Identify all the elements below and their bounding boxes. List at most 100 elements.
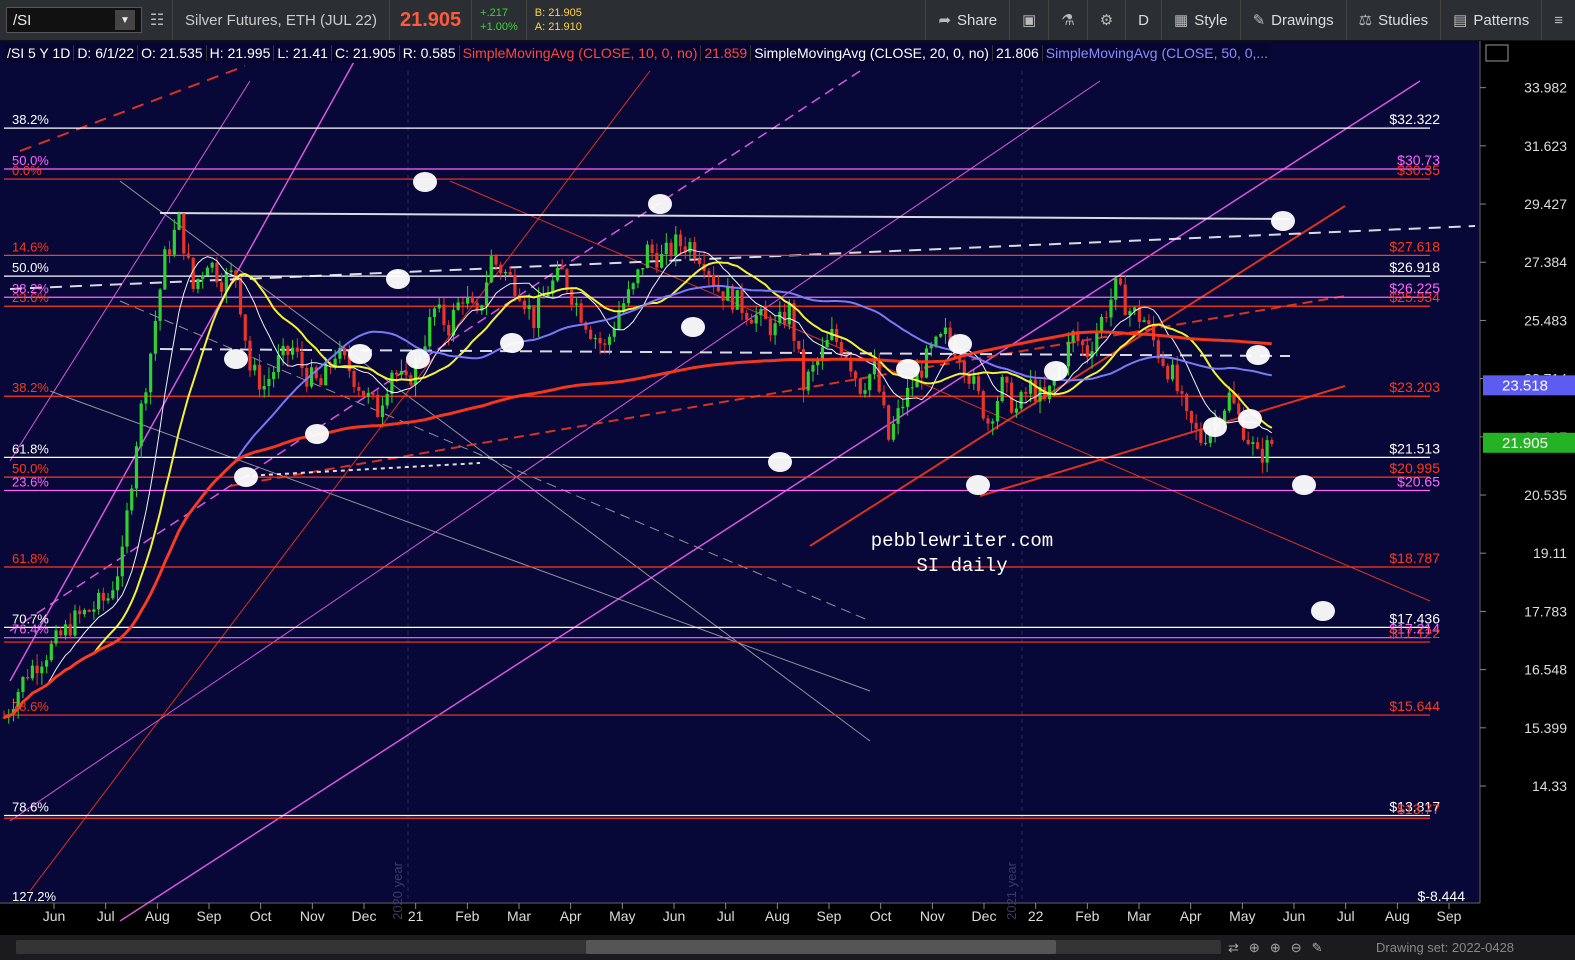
header-sma20: SimpleMovingAvg (CLOSE, 20, 0, no) (751, 45, 993, 61)
share-button[interactable]: ➦ Share (925, 0, 1009, 40)
beaker-icon: ⚖ (1358, 12, 1373, 29)
header-sma50: SimpleMovingAvg (CLOSE, 50, 0,... (1045, 45, 1269, 61)
fib-label-left: 0.0% (12, 163, 42, 178)
candle-body (1114, 278, 1118, 300)
trend-line (119, 300, 871, 622)
top-toolbar: /SI ▼ ☷ Silver Futures, ETH (JUL 22) 21.… (0, 0, 1575, 41)
candle-body (153, 320, 157, 354)
time-tick-label: Dec (352, 908, 377, 924)
candle-body (196, 278, 200, 289)
chart-canvas[interactable]: 33.98231.62329.42727.38425.48323.71422.0… (0, 41, 1575, 935)
candle-body (972, 376, 976, 384)
candle-body (574, 303, 579, 305)
fib-label-left: 23.6% (12, 290, 49, 305)
candle-body (527, 305, 531, 310)
sma50-price-tag-label: 23.518 (1502, 377, 1548, 394)
candle-body (995, 400, 1000, 422)
candle-body (1251, 442, 1255, 444)
flask-button[interactable]: ⚗ (1048, 0, 1086, 40)
style-button[interactable]: ▦ Style (1161, 0, 1240, 40)
fib-label-left: 127.2% (12, 889, 57, 904)
draw-icon[interactable]: ✎ (1312, 940, 1323, 956)
candle-body (570, 289, 574, 305)
header-low: L: 21.41 (274, 45, 332, 61)
candle-body (721, 291, 725, 301)
candle-body (896, 408, 900, 424)
candle-body (764, 309, 768, 320)
fib-label-left: 14.6% (12, 239, 49, 254)
candle-body (541, 297, 545, 299)
more-button[interactable]: ≡ (1541, 0, 1575, 40)
time-tick-label: Sep (1437, 908, 1462, 924)
zoom-out-icon[interactable]: ⊖ (1291, 940, 1302, 956)
bid-ask: B: 21.905 A: 21.910 (527, 6, 590, 34)
patterns-button[interactable]: ▤ Patterns (1440, 0, 1541, 40)
candle-body (447, 324, 451, 336)
period-button[interactable]: D (1125, 0, 1161, 40)
candle-body (778, 311, 782, 324)
year-label: 2020 year (390, 861, 405, 919)
settings-button[interactable]: ⚙ (1086, 0, 1125, 40)
candle-body (21, 677, 25, 692)
time-tick-label: Oct (250, 908, 272, 924)
fib-price-label: $20.65 (1397, 474, 1440, 490)
candle-body (1237, 403, 1241, 415)
candle-body (754, 315, 758, 324)
candle-body (343, 347, 347, 356)
candle-body (172, 229, 176, 255)
sma-line (3, 248, 1273, 719)
time-tick-label: Jun (43, 908, 66, 924)
candle-body (745, 312, 749, 320)
candle-body (499, 264, 503, 274)
pan-icon[interactable]: ⇄ (1228, 940, 1239, 956)
candle-body (366, 392, 370, 397)
fib-price-label: $21.513 (1389, 440, 1440, 456)
watermark-line2: SI daily (916, 555, 1007, 577)
candle-body (295, 347, 299, 352)
horizontal-scrollbar[interactable] (16, 940, 1221, 954)
snapshot-button[interactable]: ▣ (1009, 0, 1048, 40)
candle-body (1085, 345, 1089, 358)
candle-body (508, 271, 512, 275)
time-tick-label: Mar (507, 908, 531, 924)
studies-button[interactable]: ⚖ Studies (1345, 0, 1441, 40)
candle-body (674, 234, 678, 256)
price-chart[interactable]: 33.98231.62329.42727.38425.48323.71422.0… (0, 41, 1575, 935)
scroll-thumb[interactable] (586, 940, 1056, 954)
candle-body (324, 363, 328, 386)
time-tick-label: Dec (972, 908, 997, 924)
pencil-icon: ✎ (1252, 12, 1266, 29)
candle-body (115, 576, 120, 591)
annotation-marker (648, 194, 672, 214)
studies-label: Studies (1378, 11, 1429, 29)
candle-body (1246, 439, 1250, 444)
candle-body (286, 345, 290, 355)
time-tick-label: Jun (1283, 908, 1306, 924)
fib-price-label: $13.77 (1397, 801, 1440, 817)
candle-body (986, 418, 990, 424)
drawings-button[interactable]: ✎ Drawings (1239, 0, 1346, 40)
candle-body (1123, 284, 1127, 316)
candle-body (868, 374, 872, 391)
crosshair-icon[interactable]: ⊕ (1249, 940, 1260, 956)
fib-price-label: $23.203 (1389, 379, 1440, 395)
annotation-marker (500, 333, 524, 353)
candle-body (139, 403, 143, 447)
candle-body (257, 364, 262, 390)
candle-body (201, 275, 205, 279)
candle-body (1019, 392, 1023, 409)
candle-body (220, 282, 224, 292)
candle-body (825, 340, 829, 348)
time-tick-label: Mar (1127, 908, 1151, 924)
candle-body (428, 317, 432, 347)
candle-body (1194, 422, 1198, 429)
candle-body (532, 305, 536, 329)
symbol-text: /SI (13, 11, 32, 29)
symbol-input[interactable]: /SI ▼ (6, 7, 142, 33)
chevron-down-icon[interactable]: ▼ (115, 10, 135, 30)
candle-body (158, 289, 162, 321)
candle-body (494, 256, 498, 265)
zoom-in-icon[interactable]: ⊕ (1270, 940, 1281, 956)
link-icon[interactable]: ☷ (142, 10, 172, 30)
trend-line (244, 462, 481, 477)
